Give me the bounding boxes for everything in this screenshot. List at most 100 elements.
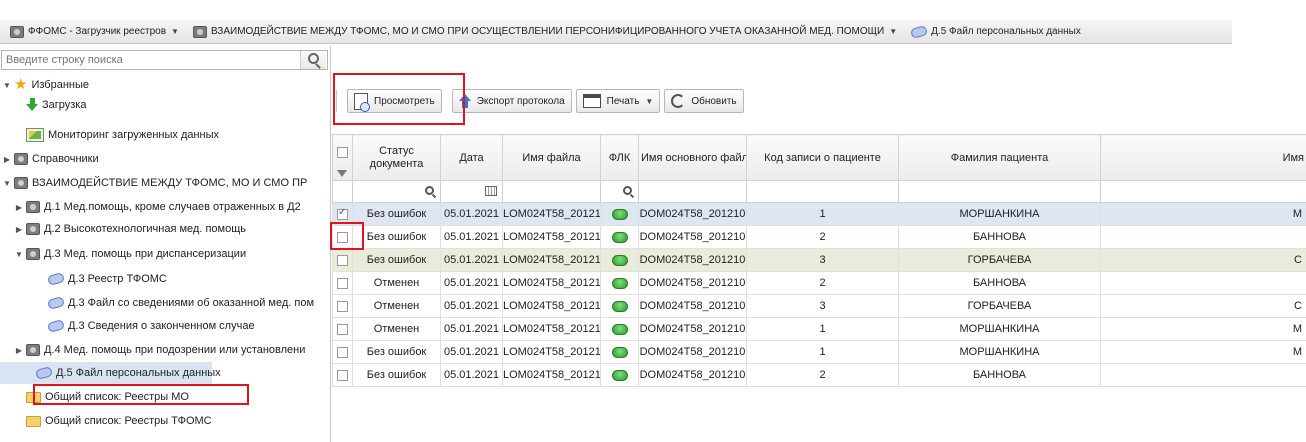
tree-item[interactable]: ▶ Д.1 Мед.помощь, кроме случаев отраженны…	[0, 196, 330, 218]
row-select-cell[interactable]	[332, 271, 353, 295]
row-select-cell[interactable]	[332, 248, 353, 272]
filter-flk-input[interactable]	[600, 180, 639, 203]
row-select-cell[interactable]	[332, 363, 353, 387]
tree-item[interactable]: ▼ Д.3 Мед. помощь при диспансеризации	[0, 243, 330, 265]
filter-main-file-input[interactable]	[638, 180, 747, 203]
cell-name	[1100, 225, 1306, 249]
expand-icon[interactable]: ▶	[14, 203, 24, 212]
row-checkbox[interactable]	[337, 300, 348, 312]
select-all-checkbox[interactable]	[337, 147, 348, 159]
tree-item[interactable]: Общий список: Реестры ТФОМС	[0, 410, 330, 432]
cell-file: LOM024T58_201210	[502, 340, 601, 364]
table-row[interactable]: Отменен 05.01.2021 LOM024T58_201210 DOM024T…	[332, 271, 1306, 295]
search-button[interactable]	[300, 51, 326, 69]
flk-ok-icon	[611, 300, 628, 312]
cell-file: LOM024T58_201210	[502, 271, 601, 295]
filter-search-icon[interactable]	[623, 186, 632, 195]
calendar-icon[interactable]	[485, 186, 497, 196]
view-button[interactable]: Просмотреть	[347, 89, 442, 113]
tree-item[interactable]: ▶ Д.4 Мед. помощь при подозрении или уста…	[0, 339, 330, 361]
filter-date-input[interactable]	[440, 180, 503, 203]
row-checkbox[interactable]	[337, 369, 348, 381]
tree-item[interactable]: Д.3 Файл со сведениями об оказанной мед.…	[0, 292, 330, 314]
cell-file: LOM024T58_201210	[502, 248, 601, 272]
search-input[interactable]	[2, 51, 292, 69]
filter-filename-input[interactable]	[502, 180, 601, 203]
column-header-patient-code[interactable]: Код записи о пациенте	[746, 134, 899, 181]
download-icon	[26, 98, 38, 112]
breadcrumb-item[interactable]: ВЗАИМОДЕЙСТВИЕ МЕЖДУ ТФОМС, МО И СМО ПРИ…	[192, 25, 897, 38]
column-header-main-file[interactable]: Имя основного файла	[638, 134, 747, 181]
refresh-button[interactable]: Обновить	[664, 89, 744, 113]
breadcrumb-item[interactable]: Д.5 Файл персональных данных	[910, 24, 1081, 39]
table-row[interactable]: Без ошибок05.01.2021LOM024T58_201210 DOM0…	[332, 202, 1306, 226]
table-row[interactable]: Без ошибок05.01.2021LOM024T58_201210 DOM0…	[332, 340, 1306, 364]
row-checkbox[interactable]	[337, 254, 348, 266]
database-icon	[26, 344, 40, 356]
print-button[interactable]: Печать ▼	[575, 89, 661, 113]
row-select-cell[interactable]	[332, 317, 353, 341]
database-icon	[26, 223, 40, 235]
tree-item[interactable]: ▶ Справочники	[0, 148, 330, 170]
collapse-icon[interactable]: ▼	[2, 179, 12, 188]
table-row[interactable]: Без ошибок05.01.2021LOM024T58_201210 DOM0…	[332, 248, 1306, 272]
filter-surname-input[interactable]	[898, 180, 1101, 203]
filter-patient-code-input[interactable]	[746, 180, 899, 203]
tree-item[interactable]: Загрузка	[0, 94, 330, 116]
row-checkbox[interactable]	[337, 346, 348, 358]
column-header-surname[interactable]: Фамилия пациента	[898, 134, 1101, 181]
cell-main-file: DOM024T58_201210	[638, 317, 747, 341]
row-select-cell[interactable]	[332, 294, 353, 318]
tree-item[interactable]: ▼ ★ Избранные	[0, 74, 330, 96]
tree-item[interactable]: ▶ Д.2 Высокотехнологичная мед. помощь	[0, 218, 330, 240]
cell-main-file: DOM024T58_201210	[638, 202, 747, 226]
flk-ok-icon	[611, 231, 628, 243]
select-all-header[interactable]	[332, 134, 353, 181]
table-row[interactable]: Отменен 05.01.2021 LOM024T58_201210 DOM024T…	[332, 294, 1306, 318]
collapse-icon[interactable]: ▼	[2, 81, 12, 90]
row-checkbox[interactable]	[337, 277, 348, 289]
column-header-filename[interactable]: Имя файла	[502, 134, 601, 181]
row-checkbox[interactable]	[337, 323, 348, 335]
expand-icon[interactable]: ▶	[14, 346, 24, 355]
tree-item[interactable]: Мониторинг загруженных данных	[0, 124, 330, 146]
search-icon	[308, 53, 319, 64]
tree-item[interactable]: Д.5 Файл персональных данных	[0, 362, 221, 384]
filter-icon[interactable]	[337, 170, 347, 177]
printer-icon	[582, 94, 601, 108]
tree-item[interactable]: Д.3 Сведения о законченном случае	[0, 315, 330, 337]
column-date-label: Дата	[459, 151, 484, 164]
row-select-cell[interactable]	[332, 225, 353, 249]
column-main-file-label: Имя основного файла	[641, 151, 747, 164]
tree-item[interactable]: Общий список: Реестры МО	[0, 386, 330, 408]
cell-surname: БАННОВА	[898, 225, 1101, 249]
export-protocol-button[interactable]: Экспорт протокола	[451, 89, 572, 113]
row-checkbox[interactable]	[337, 207, 348, 220]
expand-icon[interactable]: ▶	[14, 225, 24, 234]
flk-ok-icon	[611, 346, 628, 358]
table-row[interactable]: Без ошибок05.01.2021LOM024T58_201210 DOM0…	[332, 363, 1306, 387]
collapse-icon[interactable]: ▼	[14, 250, 24, 259]
column-header-flk[interactable]: ФЛК	[600, 134, 639, 181]
chevron-down-icon[interactable]: ▼	[889, 27, 897, 36]
chevron-down-icon[interactable]: ▼	[645, 97, 653, 106]
row-checkbox[interactable]	[337, 231, 348, 243]
filter-search-icon[interactable]	[425, 186, 434, 195]
cell-main-file: DOM024T58_201210	[638, 340, 747, 364]
breadcrumb-item[interactable]: ФФОМС - Загрузчик реестров ▼	[10, 25, 179, 38]
filter-status-input[interactable]	[352, 180, 441, 203]
column-header-status[interactable]: Статус документа	[352, 134, 441, 181]
row-select-cell[interactable]	[332, 340, 353, 364]
chevron-down-icon[interactable]: ▼	[171, 27, 179, 36]
filter-name-input[interactable]	[1100, 180, 1306, 203]
tree-item[interactable]: Д.3 Реестр ТФОМС	[0, 268, 330, 290]
monitor-icon	[26, 128, 44, 142]
table-row[interactable]: Отменен 05.01.2021 LOM024T58_201210 DOM024T…	[332, 317, 1306, 341]
tree-item[interactable]: ▼ ВЗАИМОДЕЙСТВИЕ МЕЖДУ ТФОМС, МО И СМО ПР	[0, 172, 330, 194]
column-header-date[interactable]: Дата	[440, 134, 503, 181]
column-header-name[interactable]: Имя	[1100, 134, 1306, 181]
table-row[interactable]: Без ошибок05.01.2021LOM024T58_201210 DOM0…	[332, 225, 1306, 249]
expand-icon[interactable]: ▶	[2, 155, 12, 164]
row-select-cell[interactable]	[332, 202, 353, 226]
search-box	[1, 50, 328, 70]
